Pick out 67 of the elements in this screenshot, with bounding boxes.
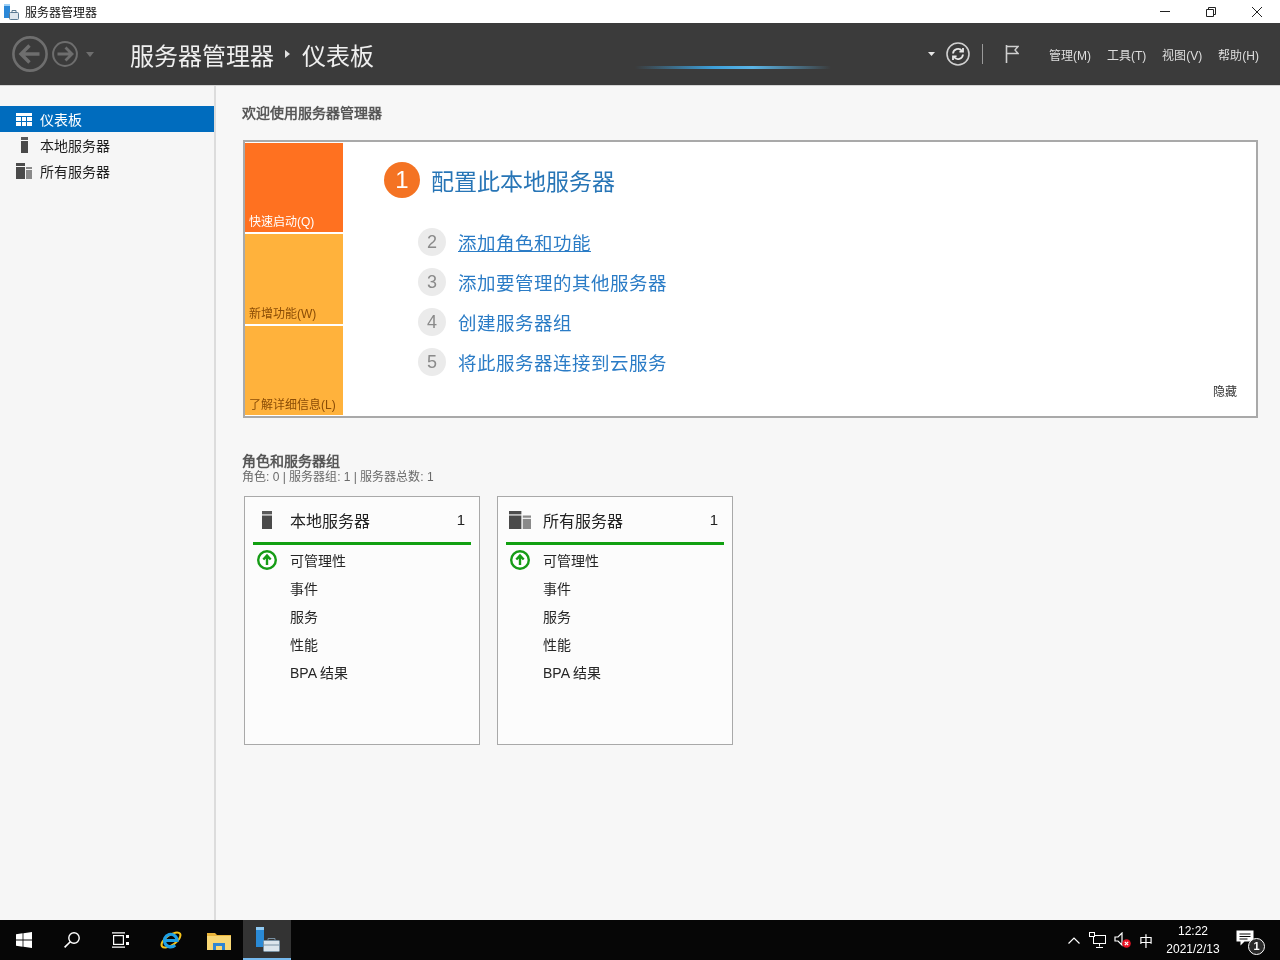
restore-icon [1206,6,1216,17]
card-item[interactable]: 事件 [290,578,318,598]
card-count: 1 [456,511,465,528]
server-towers-icon [16,163,32,179]
start-icon [16,932,32,948]
step-number: 4 [418,308,446,336]
card-item[interactable]: 事件 [543,578,571,598]
breadcrumb-item[interactable]: 服务器管理器 [130,36,274,72]
step-link[interactable]: 添加要管理的其他服务器 [458,269,667,295]
section-heading: 角色和服务器组 [242,453,340,469]
taskbar-button[interactable] [243,920,291,960]
hide-link[interactable]: 隐藏 [1213,382,1237,399]
welcome-tab[interactable]: 新增功能(W) [245,234,343,324]
breadcrumb-separator-icon [285,50,290,58]
menu-item[interactable]: 帮助(H) [1218,45,1259,63]
window-title: 服务器管理器 [25,5,97,20]
notification-badge: 1 [1248,938,1265,955]
refresh-icon[interactable] [946,42,970,66]
card-item[interactable]: 性能 [290,634,318,654]
server-toolbox-icon [3,3,19,20]
server-tower-icon [262,510,272,529]
flag-icon[interactable] [1005,45,1019,63]
breadcrumb-item: 仪表板 [302,41,374,72]
step-link[interactable]: 创建服务器组 [458,309,572,335]
step-number: 3 [418,268,446,296]
ime-indicator[interactable]: 中 [1134,920,1158,960]
sidebar-item[interactable]: 仪表板 [0,106,214,132]
server-toolbox-icon [254,927,280,953]
server-tower-icon [20,137,28,153]
notification-icon[interactable] [1236,930,1254,946]
chevron-up-icon [1068,936,1080,944]
clock-time[interactable]: 12:22 [1178,922,1208,940]
menu-item[interactable]: 工具(T) [1107,45,1147,63]
step-link[interactable]: 添加角色和功能 [458,229,591,255]
folder-icon [207,930,231,950]
welcome-tab[interactable]: 了解详细信息(L) [245,325,343,415]
card-item[interactable]: BPA 结果 [290,662,349,682]
sidebar-item[interactable]: 所有服务器 [0,158,214,184]
network-icon[interactable] [1089,932,1107,948]
card-title[interactable]: 本地服务器 [290,507,457,532]
step-number: 2 [418,228,446,256]
caret-icon[interactable] [928,52,935,56]
card-count: 1 [709,511,718,528]
summary-text: 角色: 0 | 服务器组: 1 | 服务器总数: 1 [242,469,434,485]
step-number: 1 [384,162,420,198]
menu-item[interactable]: 视图(V) [1162,45,1203,63]
task-view-icon [111,932,129,948]
step-link[interactable]: 配置此本地服务器 [431,163,615,197]
server-towers-icon [509,510,531,529]
step-number: 5 [418,348,446,376]
search-icon [64,932,80,948]
section-heading: 欢迎使用服务器管理器 [242,105,382,121]
close-icon [1252,6,1262,17]
step-link[interactable]: 将此服务器连接到云服务 [458,349,667,375]
grid-icon [16,112,32,126]
card-item[interactable]: 服务 [543,606,571,626]
speaker-muted-icon[interactable] [1113,932,1131,948]
card-item[interactable]: 服务 [290,606,318,626]
clock-date[interactable]: 2021/2/13 [1166,940,1220,958]
sidebar-item[interactable]: 本地服务器 [0,132,214,158]
card-item[interactable]: 可管理性 [543,550,599,570]
card-item[interactable]: 性能 [543,634,571,654]
menu-item[interactable]: 管理(M) [1049,45,1091,63]
card-item[interactable]: BPA 结果 [543,662,602,682]
card-title[interactable]: 所有服务器 [543,507,710,532]
minimize-icon [1160,11,1170,12]
card-item[interactable]: 可管理性 [290,550,346,570]
